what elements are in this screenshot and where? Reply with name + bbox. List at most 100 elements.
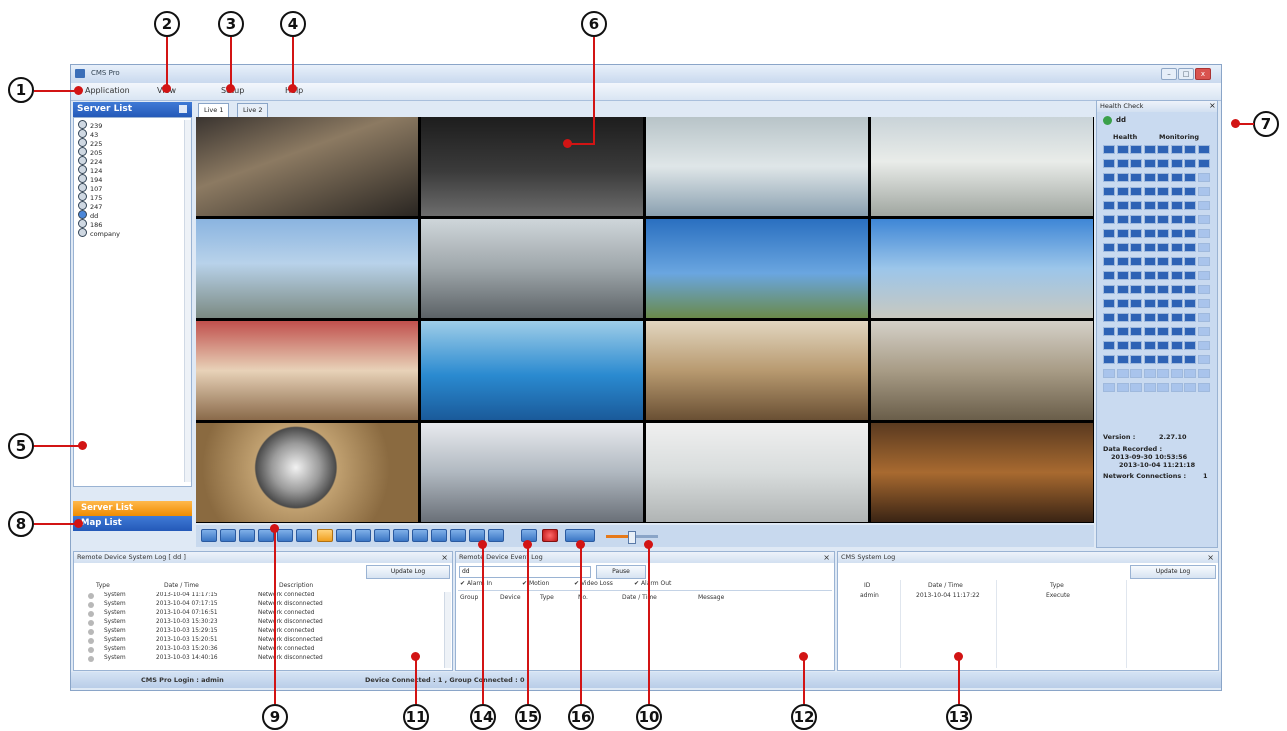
table-row[interactable]: System 2013-10-03 15:20:36 Network connect… <box>78 646 444 654</box>
pin-icon[interactable] <box>179 105 187 113</box>
health-status-cell <box>1130 299 1142 308</box>
device-select[interactable]: dd <box>459 566 591 578</box>
table-cell: System <box>104 592 126 598</box>
table-row[interactable]: System 2013-10-03 15:29:15 Network connect… <box>78 628 444 636</box>
camera-tile-12[interactable] <box>871 321 1093 420</box>
layout-button[interactable] <box>296 529 312 542</box>
layout-button[interactable] <box>355 529 371 542</box>
health-column: Health <box>1113 133 1138 141</box>
system-log-rows: System 2013-10-04 11:17:15 Network connect… <box>74 592 444 670</box>
layout-button[interactable] <box>220 529 236 542</box>
health-status-cell <box>1143 201 1156 210</box>
update-log-button[interactable]: Update Log <box>366 565 450 579</box>
camera-tile-5[interactable] <box>196 219 418 318</box>
camera-tile-14[interactable] <box>421 423 643 522</box>
tree-scrollbar[interactable] <box>184 120 191 482</box>
camera-tile-13[interactable] <box>196 423 418 522</box>
pause-button[interactable]: Pause <box>596 565 646 579</box>
table-row[interactable]: System 2013-10-03 15:30:23 Network disconn… <box>78 619 444 627</box>
stop-button[interactable] <box>542 529 558 542</box>
health-status-cell <box>1197 243 1210 252</box>
layout-button[interactable] <box>412 529 428 542</box>
health-status-cell <box>1170 313 1183 322</box>
health-status-cell <box>1103 229 1115 238</box>
callout-dot <box>523 540 532 549</box>
callout-line <box>593 37 595 144</box>
health-status-cell <box>1116 327 1129 336</box>
close-icon[interactable]: × <box>1207 552 1214 563</box>
camera-tile-6[interactable] <box>421 219 643 318</box>
table-row[interactable]: System 2013-10-04 07:16:51 Network connect… <box>78 610 444 618</box>
menu-application[interactable]: Application <box>85 86 130 95</box>
layout-button[interactable] <box>336 529 352 542</box>
data-recorded-from: 2013-09-30 10:53:56 <box>1111 453 1188 461</box>
health-status-cell <box>1197 271 1210 280</box>
health-status-cell <box>1184 369 1196 378</box>
minimize-button[interactable]: – <box>1161 68 1177 80</box>
map-list-button[interactable]: Map List <box>73 516 192 531</box>
camera-tile-2[interactable] <box>421 117 643 216</box>
health-status-cell <box>1197 159 1210 168</box>
camera-tile-4[interactable] <box>871 117 1093 216</box>
table-row[interactable]: System 2013-10-03 14:40:16 Network disconn… <box>78 655 444 663</box>
tab-live-1[interactable]: Live 1 <box>198 103 230 118</box>
camera-icon <box>78 210 87 219</box>
table-row[interactable]: System 2013-10-03 15:20:51 Network disconn… <box>78 637 444 645</box>
table-cell: Network connected <box>258 628 315 634</box>
camera-tile-11[interactable] <box>646 321 868 420</box>
health-status-cell <box>1116 299 1129 308</box>
checkbox-alarm-out[interactable]: ✔ Alarm Out <box>634 580 671 587</box>
layout-button[interactable] <box>431 529 447 542</box>
layout-button[interactable] <box>450 529 466 542</box>
camera-tile-3[interactable] <box>646 117 868 216</box>
layout-button[interactable] <box>374 529 390 542</box>
camera-tile-15[interactable] <box>646 423 868 522</box>
camera-tile-8[interactable] <box>871 219 1093 318</box>
table-cell: Network connected <box>258 610 315 616</box>
maximize-button[interactable]: □ <box>1178 68 1194 80</box>
callout-dot <box>270 524 279 533</box>
server-list-button[interactable]: Server List <box>73 501 192 516</box>
health-status-cell <box>1116 215 1129 224</box>
layout-button-active[interactable] <box>317 529 333 542</box>
layout-button[interactable] <box>239 529 255 542</box>
tab-live-2[interactable]: Live 2 <box>237 103 269 118</box>
close-icon[interactable]: × <box>823 552 830 563</box>
health-status-cell <box>1116 355 1129 364</box>
tree-item[interactable]: company <box>78 228 120 238</box>
health-check-panel: Health Check × dd Health Monitoring Vers… <box>1096 100 1218 548</box>
layout-button[interactable] <box>488 529 504 542</box>
camera-tile-1[interactable] <box>196 117 418 216</box>
camera-icon <box>78 138 87 147</box>
update-log-button[interactable]: Update Log <box>1130 565 1216 579</box>
volume-slider-thumb[interactable] <box>628 531 636 544</box>
health-status-cell <box>1116 285 1129 294</box>
camera-icon <box>78 183 87 192</box>
table-cell: 2013-10-03 15:29:15 <box>156 628 218 634</box>
health-status-cell <box>1143 187 1156 196</box>
layout-button[interactable] <box>393 529 409 542</box>
health-status-cell <box>1130 327 1142 336</box>
status-dot-icon <box>88 602 94 608</box>
camera-tile-7[interactable] <box>646 219 868 318</box>
table-row[interactable]: System 2013-10-04 07:17:15 Network disconn… <box>78 601 444 609</box>
health-status-cell <box>1197 313 1210 322</box>
close-icon[interactable]: × <box>1209 101 1216 110</box>
log-scrollbar[interactable] <box>444 592 451 668</box>
camera-tile-10[interactable] <box>421 321 643 420</box>
camera-tile-9[interactable] <box>196 321 418 420</box>
layout-button[interactable] <box>201 529 217 542</box>
callout-dot <box>74 519 83 528</box>
health-status-cell <box>1143 327 1156 336</box>
close-icon[interactable]: × <box>441 552 448 563</box>
health-status-cell <box>1143 285 1156 294</box>
health-status-cell <box>1103 369 1115 378</box>
close-button[interactable]: x <box>1195 68 1211 80</box>
checkbox-alarm-in[interactable]: ✔ Alarm In <box>460 580 492 587</box>
version-value: 2.27.10 <box>1159 433 1187 441</box>
table-row[interactable]: System 2013-10-04 11:17:15 Network connect… <box>78 592 444 600</box>
health-status-cell <box>1197 285 1210 294</box>
table-cell: 2013-10-03 15:30:23 <box>156 619 218 625</box>
camera-tile-16[interactable] <box>871 423 1093 522</box>
layout-button[interactable] <box>277 529 293 542</box>
